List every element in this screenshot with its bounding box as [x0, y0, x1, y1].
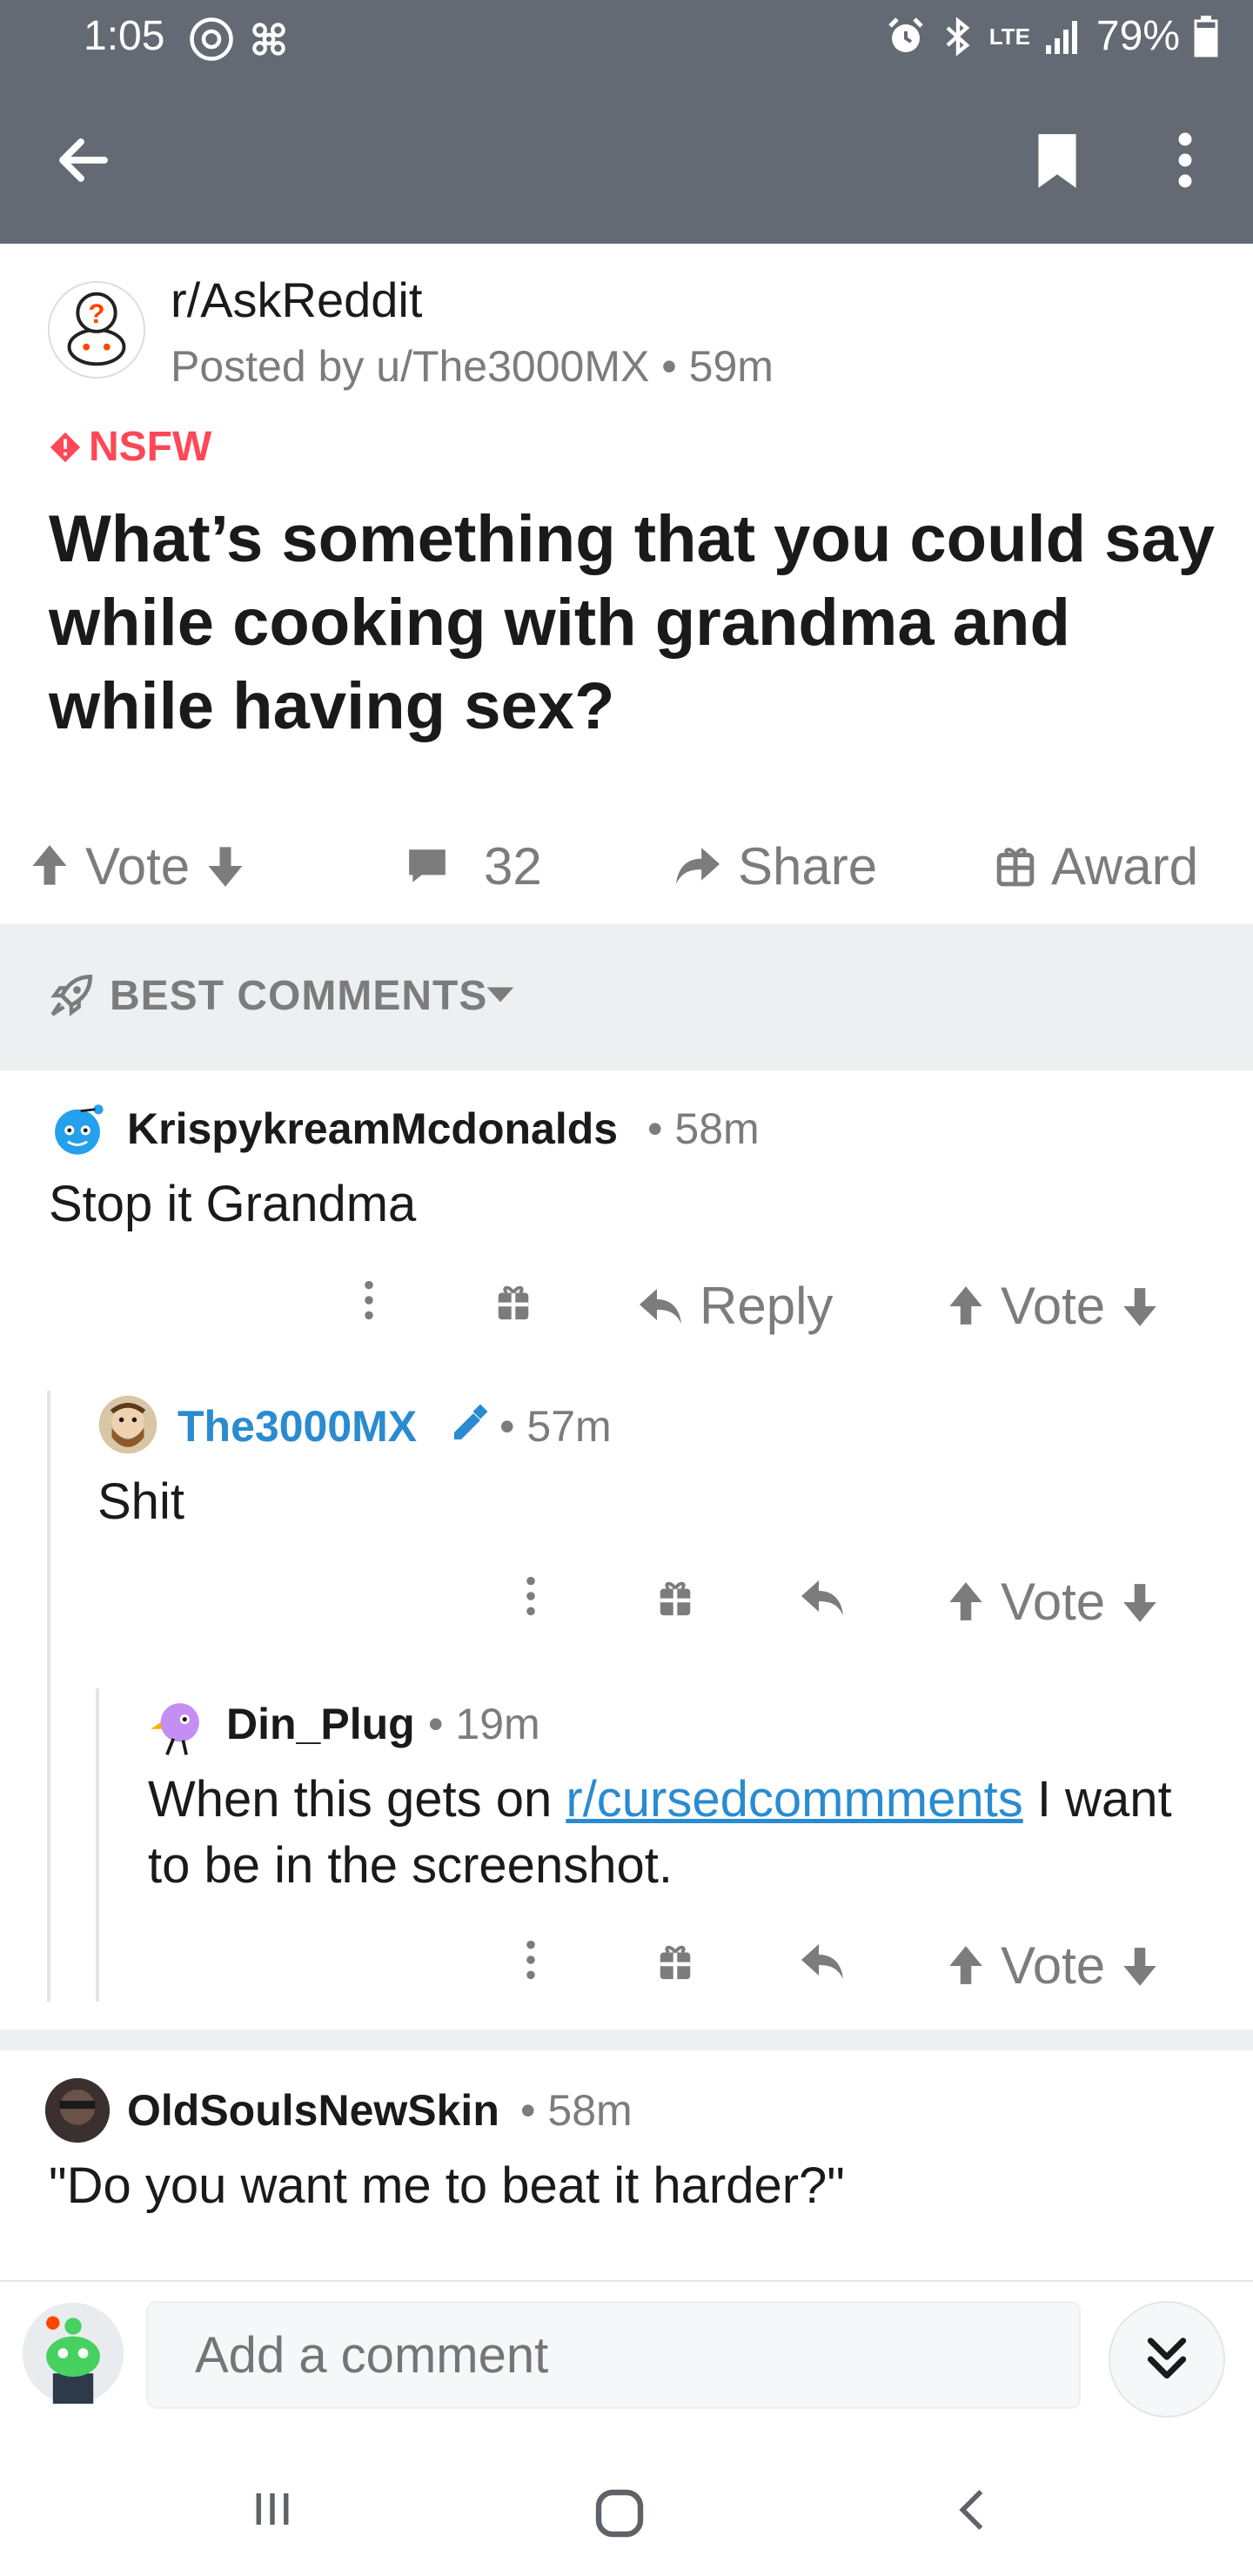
user-avatar[interactable] [23, 2303, 124, 2404]
award-button[interactable]: Award [995, 835, 1198, 896]
post-vote-group: Vote [30, 835, 245, 896]
comment-body: When this gets on r/cursedcommments I wa… [148, 1767, 1209, 1899]
reply-button[interactable]: Reply [637, 1276, 833, 1336]
downvote-icon[interactable] [1121, 1285, 1159, 1328]
jump-next-button[interactable] [1109, 2301, 1225, 2418]
top-toolbar [0, 77, 1253, 244]
system-nav-bar [0, 2442, 1253, 2576]
vote-label: Vote [1001, 1573, 1106, 1631]
double-chevron-down-icon [1139, 2331, 1195, 2387]
nav-back-icon[interactable] [948, 2485, 997, 2534]
comment-icon [405, 844, 449, 888]
signal-icon [1044, 17, 1082, 56]
status-bar: 1:05 LTE 79% [0, 0, 1253, 77]
more-vertical-icon[interactable] [1159, 129, 1211, 191]
comment-input[interactable] [146, 2301, 1081, 2409]
comment-more-button[interactable] [520, 1937, 541, 1982]
reply-label: Reply [700, 1277, 834, 1335]
subreddit-name[interactable]: r/AskReddit [171, 272, 422, 328]
gift-icon [656, 1579, 694, 1619]
svg-text:?: ? [88, 299, 104, 329]
back-arrow-icon[interactable] [52, 129, 115, 191]
comments-button[interactable]: 32 [405, 835, 542, 896]
share-button[interactable]: Share [673, 835, 877, 896]
comment-award-button[interactable] [494, 1283, 533, 1323]
thread-line[interactable] [96, 1688, 99, 2002]
comment-divider [0, 2029, 1253, 2050]
upvote-icon[interactable] [947, 1285, 985, 1328]
comment-vote-group: Vote [947, 1935, 1159, 1996]
comment-more-button[interactable] [520, 1573, 541, 1619]
vote-label: Vote [1001, 1936, 1106, 1995]
upvote-icon[interactable] [947, 1580, 985, 1624]
award-label: Award [1051, 836, 1198, 896]
alarm-icon [885, 16, 927, 57]
pencil-icon [449, 1403, 491, 1445]
comment-more-button[interactable] [358, 1278, 379, 1323]
downvote-icon[interactable] [205, 843, 245, 889]
avatar[interactable] [144, 1694, 209, 1758]
comment-time: • 58m [520, 2086, 633, 2135]
thread-line[interactable] [47, 1391, 50, 2002]
reply-icon [799, 1577, 846, 1619]
comment-body: "Do you want me to beat it harder?" [49, 2157, 845, 2214]
downvote-icon[interactable] [1121, 1580, 1159, 1624]
upvote-icon[interactable] [947, 1944, 985, 1988]
reply-button[interactable] [799, 1577, 846, 1619]
posted-by[interactable]: Posted by u/The3000MX • 59m [171, 341, 774, 392]
comment-time: • 58m [647, 1104, 760, 1153]
share-icon [673, 844, 722, 888]
gift-icon [995, 844, 1035, 888]
sort-label[interactable]: BEST COMMENTS [110, 972, 487, 1020]
more-vertical-icon [520, 1573, 541, 1619]
comment-award-button[interactable] [656, 1579, 694, 1619]
vote-label: Vote [85, 836, 191, 896]
post-title: What’s something that you could say whil… [49, 502, 1215, 743]
avatar[interactable] [45, 1097, 110, 1161]
more-vertical-icon [358, 1278, 379, 1323]
comment-award-button[interactable] [656, 1942, 694, 1982]
lte-icon: LTE [988, 23, 1030, 50]
nsfw-label: NSFW [89, 424, 212, 470]
recent-apps-icon[interactable] [249, 2485, 296, 2532]
comment-text: When this gets on [148, 1771, 566, 1828]
battery-icon [1194, 15, 1218, 57]
comment-time: • 57m [499, 1402, 612, 1451]
comment-username[interactable]: KrispykreamMcdonalds [127, 1104, 618, 1154]
bluetooth-icon [941, 16, 975, 57]
subreddit-link[interactable]: r/cursedcommments [566, 1771, 1022, 1828]
comment-username[interactable]: OldSoulsNewSkin [127, 2085, 499, 2136]
comment-username-op[interactable]: The3000MX [178, 1401, 417, 1452]
share-label: Share [738, 836, 878, 896]
avatar[interactable] [96, 1392, 160, 1457]
status-time: 1:05 [84, 13, 165, 59]
comment-count: 32 [484, 836, 542, 896]
reply-icon [799, 1941, 846, 1982]
more-vertical-icon [520, 1937, 541, 1982]
caret-down-icon[interactable] [486, 985, 515, 1004]
fan-icon [247, 17, 291, 61]
comment-time: • 19m [428, 1700, 540, 1748]
reply-button[interactable] [799, 1941, 846, 1982]
comment-body: Stop it Grandma [49, 1176, 417, 1232]
downvote-icon[interactable] [1121, 1944, 1159, 1988]
reply-icon [637, 1285, 684, 1327]
bookmark-icon[interactable] [1025, 129, 1089, 193]
avatar[interactable] [45, 2078, 110, 2143]
nsfw-icon [50, 432, 81, 462]
gift-icon [656, 1942, 694, 1982]
at-icon [188, 16, 235, 63]
vote-label: Vote [1001, 1277, 1106, 1335]
comment-body: Shit [97, 1473, 184, 1530]
subreddit-avatar[interactable]: ? [45, 278, 148, 381]
comment-username[interactable]: Din_Plug [226, 1699, 415, 1749]
rocket-icon [49, 973, 94, 1018]
comment-vote-group: Vote [947, 1276, 1159, 1336]
upvote-icon[interactable] [30, 843, 70, 889]
gift-icon [494, 1283, 533, 1323]
home-icon[interactable] [592, 2485, 647, 2541]
comment-vote-group: Vote [947, 1572, 1159, 1632]
battery-percent: 79% [1096, 13, 1180, 59]
nsfw-tag: NSFW [49, 423, 211, 471]
